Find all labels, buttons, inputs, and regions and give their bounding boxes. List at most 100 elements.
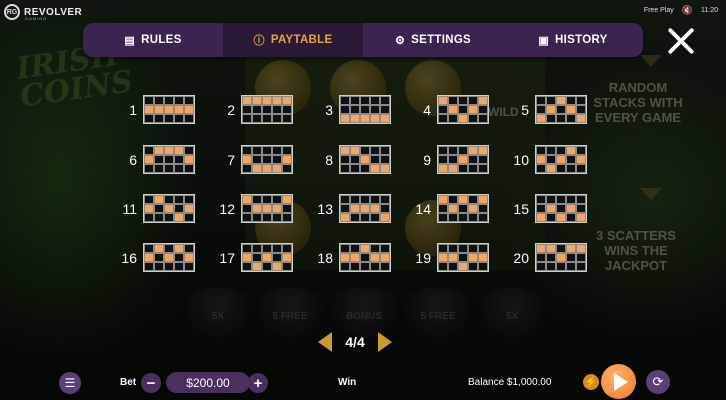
payline-cell-off xyxy=(164,195,174,204)
payline-10: 10 xyxy=(507,145,587,174)
payline-cell-off xyxy=(184,114,194,123)
payline-cell-on xyxy=(272,164,282,173)
win-label: Win xyxy=(338,377,357,388)
payline-cell-off xyxy=(340,244,350,253)
payline-cell-off xyxy=(360,262,370,271)
info-icon: ⓘ xyxy=(253,35,265,47)
payline-cell-off xyxy=(252,213,262,222)
payline-cell-off xyxy=(262,262,272,271)
payline-cell-on xyxy=(242,155,252,164)
payline-cell-off xyxy=(448,146,458,155)
payline-cell-on xyxy=(282,155,292,164)
payline-cell-off xyxy=(566,164,576,173)
payline-number: 11 xyxy=(122,200,137,217)
payline-pattern xyxy=(437,95,489,124)
payline-17: 17 xyxy=(213,243,293,272)
payline-cell-on xyxy=(340,114,350,123)
payline-cell-on xyxy=(164,253,174,262)
payline-cell-on xyxy=(468,204,478,213)
bet-decrease-button[interactable]: − xyxy=(141,373,161,393)
close-icon[interactable] xyxy=(666,26,696,56)
payline-cell-off xyxy=(340,262,350,271)
bet-increase-button[interactable]: + xyxy=(248,373,268,393)
payline-pattern xyxy=(143,243,195,272)
payline-number: 12 xyxy=(219,200,235,217)
payline-cell-off xyxy=(164,244,174,253)
payline-cell-off xyxy=(468,155,478,164)
payline-cell-on xyxy=(556,213,566,222)
payline-cell-off xyxy=(174,155,184,164)
clock: 11:20 xyxy=(701,7,718,14)
payline-pattern xyxy=(339,145,391,174)
payline-cell-off xyxy=(184,195,194,204)
mute-icon[interactable]: 🔇 xyxy=(682,5,693,16)
payline-cell-on xyxy=(576,155,586,164)
payline-cell-on xyxy=(566,105,576,114)
payline-11: 11 xyxy=(115,194,195,223)
payline-cell-off xyxy=(144,96,154,105)
turbo-icon[interactable]: ⚡ xyxy=(583,374,599,390)
payline-cell-off xyxy=(282,213,292,222)
payline-cell-on xyxy=(478,146,488,155)
payline-cell-off xyxy=(546,146,556,155)
tab-paytable[interactable]: ⓘ PAYTABLE xyxy=(223,23,363,57)
payline-cell-off xyxy=(360,146,370,155)
payline-cell-on xyxy=(282,253,292,262)
payline-pattern xyxy=(241,145,293,174)
payline-cell-on xyxy=(468,146,478,155)
payline-cell-off xyxy=(144,114,154,123)
payline-cell-off xyxy=(272,155,282,164)
payline-cell-off xyxy=(242,204,252,213)
payline-cell-off xyxy=(184,146,194,155)
payline-cell-on xyxy=(438,96,448,105)
payline-cell-on xyxy=(370,114,380,123)
payline-15: 15 xyxy=(507,194,587,223)
play-icon xyxy=(613,372,628,391)
tab-label: PAYTABLE xyxy=(270,34,333,46)
payline-cell-off xyxy=(536,204,546,213)
tab-rules[interactable]: ▤ RULES xyxy=(83,23,223,57)
payline-cell-on xyxy=(468,105,478,114)
spin-button[interactable] xyxy=(601,364,636,399)
payline-6: 6 xyxy=(115,145,195,174)
payline-cell-off xyxy=(468,262,478,271)
payline-number: 6 xyxy=(129,151,137,168)
payline-cell-off xyxy=(478,204,488,213)
payline-cell-on xyxy=(164,204,174,213)
payline-cell-off xyxy=(556,114,566,123)
tab-settings[interactable]: ⚙ SETTINGS xyxy=(363,23,503,57)
payline-cell-off xyxy=(458,244,468,253)
menu-button[interactable]: ☰ xyxy=(59,372,81,394)
payline-cell-on xyxy=(478,253,488,262)
payline-cell-off xyxy=(144,262,154,271)
page-indicator: 4/4 xyxy=(345,334,365,350)
payline-cell-off xyxy=(370,244,380,253)
payline-cell-off xyxy=(350,155,360,164)
payline-cell-on xyxy=(546,105,556,114)
payline-cell-on xyxy=(380,114,390,123)
next-page-arrow-icon[interactable] xyxy=(378,332,392,352)
payline-12: 12 xyxy=(213,194,293,223)
payline-cell-off xyxy=(576,164,586,173)
brand-sub: GAMING xyxy=(25,16,48,21)
payline-16: 16 xyxy=(115,243,195,272)
payline-cell-on xyxy=(184,253,194,262)
payline-cell-off xyxy=(536,195,546,204)
payline-cell-on xyxy=(174,105,184,114)
payline-cell-off xyxy=(576,204,586,213)
payline-cell-on xyxy=(536,155,546,164)
payline-cell-off xyxy=(184,96,194,105)
prev-page-arrow-icon[interactable] xyxy=(318,332,332,352)
payline-cell-off xyxy=(360,213,370,222)
payline-cell-on xyxy=(546,204,556,213)
balance-text: Balance $1,000.00 xyxy=(468,377,552,388)
status-bar: Free Play 🔇 11:20 xyxy=(644,5,718,16)
payline-cell-off xyxy=(566,114,576,123)
tab-history[interactable]: ▣ HISTORY xyxy=(503,23,643,57)
autoplay-button[interactable]: ⟳ xyxy=(646,370,670,394)
payline-cell-off xyxy=(184,262,194,271)
payline-cell-off xyxy=(282,204,292,213)
payline-cell-off xyxy=(576,253,586,262)
payline-cell-off xyxy=(380,155,390,164)
payline-cell-on xyxy=(252,204,262,213)
